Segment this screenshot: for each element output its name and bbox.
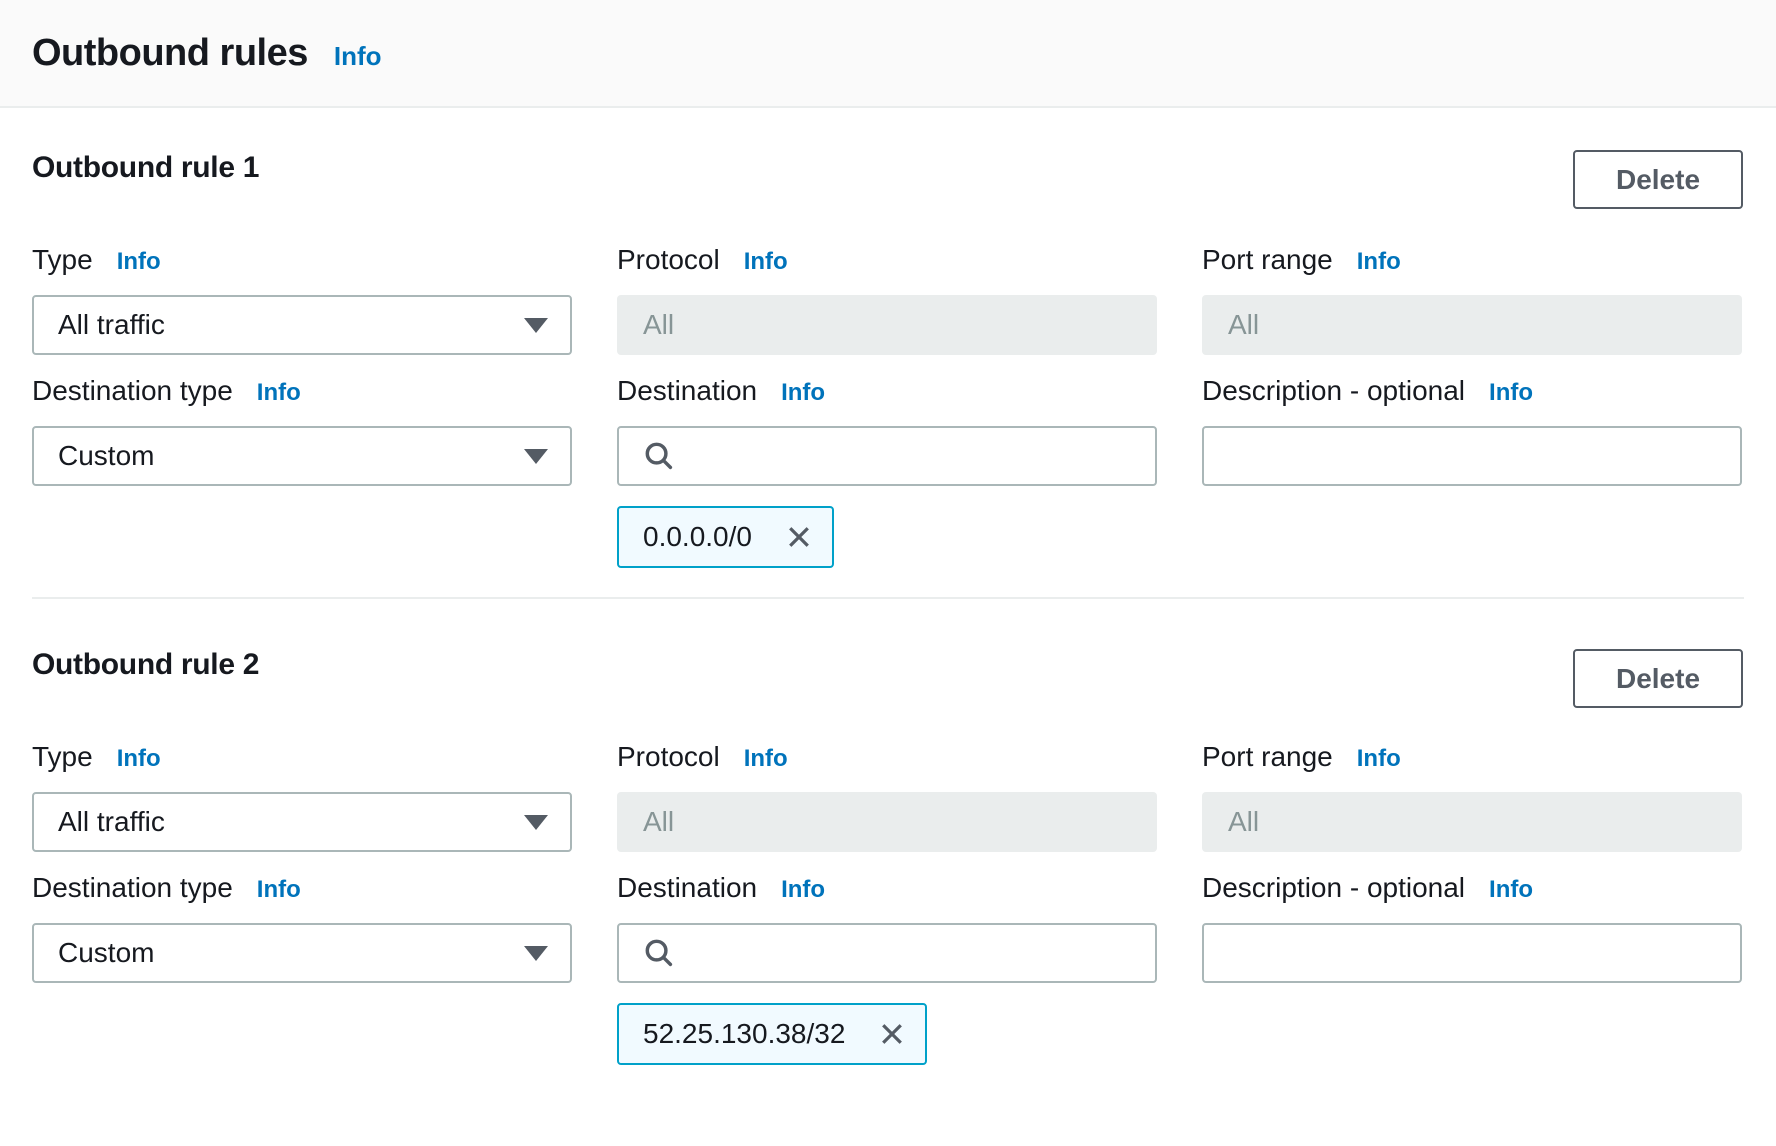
page-title: Outbound rules [32,32,308,75]
port-range-field-disabled: All [1202,295,1742,355]
port-range-label: Port range [1202,737,1333,777]
port-range-label: Port range [1202,240,1333,280]
destination-type-select[interactable]: Custom [32,923,572,983]
cidr-token-label: 52.25.130.38/32 [643,1018,845,1050]
rule-heading: Outbound rule 1 [32,146,1743,190]
destination-label-row: Destination Info [617,868,1157,910]
description-info-link[interactable]: Info [1489,870,1533,910]
destination-type-select[interactable]: Custom [32,426,572,486]
port-range-info-link[interactable]: Info [1357,739,1401,779]
description-input[interactable] [1220,428,1724,484]
delete-rule-1-button[interactable]: Delete [1573,150,1743,209]
destination-label: Destination [617,371,757,411]
destination-info-link[interactable]: Info [781,373,825,413]
protocol-value: All [643,309,674,341]
protocol-label-row: Protocol Info [617,240,1157,282]
protocol-field-disabled: All [617,792,1157,852]
destination-info-link[interactable]: Info [781,870,825,910]
port-range-field-disabled: All [1202,792,1742,852]
destination-search-input[interactable] [677,925,1139,981]
type-select[interactable]: All traffic [32,295,572,355]
type-info-link[interactable]: Info [117,739,161,779]
caret-down-icon [524,946,548,961]
type-label-row: Type Info [32,737,572,779]
rule-1-fields-grid: Type Info Protocol Info Port range Info … [32,240,1743,568]
destination-token-row: 52.25.130.38/32 [617,1003,1157,1065]
destination-search-field [617,426,1157,486]
type-label-row: Type Info [32,240,572,282]
destination-type-info-link[interactable]: Info [257,870,301,910]
outbound-rules-header: Outbound rules Info [0,0,1776,108]
rule-heading: Outbound rule 2 [32,643,1743,687]
rule-2-fields-grid: Type Info Protocol Info Port range Info … [32,737,1743,1065]
caret-down-icon [524,318,548,333]
protocol-label: Protocol [617,737,720,777]
destination-token-row: 0.0.0.0/0 [617,506,1157,568]
token-dismiss-button[interactable] [780,518,818,556]
destination-type-select-value: Custom [58,937,154,969]
destination-type-info-link[interactable]: Info [257,373,301,413]
destination-type-label: Destination type [32,868,233,908]
close-icon [784,522,814,552]
outbound-rule-2-section: Outbound rule 2 Delete Type Info Protoco… [0,599,1776,1065]
protocol-info-link[interactable]: Info [744,739,788,779]
protocol-field-disabled: All [617,295,1157,355]
caret-down-icon [524,449,548,464]
type-select-value: All traffic [58,806,165,838]
protocol-label-row: Protocol Info [617,737,1157,779]
description-info-link[interactable]: Info [1489,373,1533,413]
port-range-label-row: Port range Info [1202,240,1742,282]
type-select[interactable]: All traffic [32,792,572,852]
port-range-value: All [1228,806,1259,838]
destination-search-field [617,923,1157,983]
port-range-info-link[interactable]: Info [1357,242,1401,282]
cidr-token-label: 0.0.0.0/0 [643,521,752,553]
search-icon [641,438,677,474]
description-label-row: Description - optional Info [1202,371,1742,413]
destination-type-label: Destination type [32,371,233,411]
caret-down-icon [524,815,548,830]
cidr-token: 0.0.0.0/0 [617,506,834,568]
type-info-link[interactable]: Info [117,242,161,282]
description-field [1202,426,1742,486]
port-range-value: All [1228,309,1259,341]
destination-type-select-value: Custom [58,440,154,472]
header-info-link[interactable]: Info [334,41,382,72]
type-label: Type [32,240,93,280]
destination-label-row: Destination Info [617,371,1157,413]
description-label: Description - optional [1202,371,1465,411]
type-label: Type [32,737,93,777]
port-range-label-row: Port range Info [1202,737,1742,779]
destination-type-label-row: Destination type Info [32,371,572,413]
destination-search-input[interactable] [677,428,1139,484]
protocol-label: Protocol [617,240,720,280]
description-field [1202,923,1742,983]
outbound-rule-1-section: Outbound rule 1 Delete Type Info Protoco… [0,108,1776,568]
protocol-value: All [643,806,674,838]
close-icon [877,1019,907,1049]
destination-type-label-row: Destination type Info [32,868,572,910]
type-select-value: All traffic [58,309,165,341]
delete-rule-2-button[interactable]: Delete [1573,649,1743,708]
token-dismiss-button[interactable] [873,1015,911,1053]
search-icon [641,935,677,971]
description-label: Description - optional [1202,868,1465,908]
destination-label: Destination [617,868,757,908]
description-label-row: Description - optional Info [1202,868,1742,910]
description-input[interactable] [1220,925,1724,981]
protocol-info-link[interactable]: Info [744,242,788,282]
cidr-token: 52.25.130.38/32 [617,1003,927,1065]
